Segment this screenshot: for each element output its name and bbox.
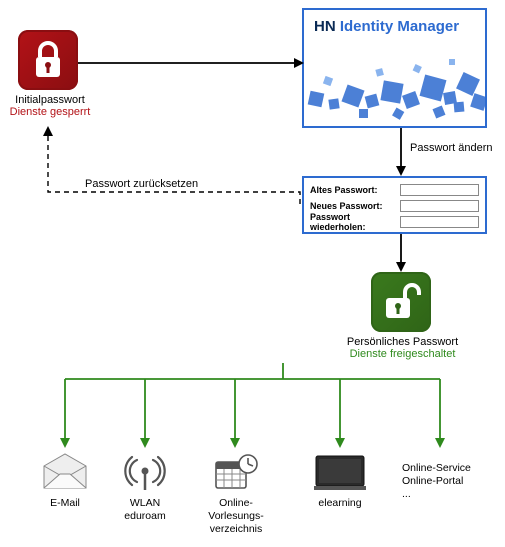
initial-password-node — [18, 30, 78, 90]
change-password-label: Passwort ändern — [410, 142, 493, 154]
service-wlan-label: WLAN eduroam — [112, 497, 178, 523]
old-password-input[interactable] — [400, 184, 479, 196]
service-email-label: E-Mail — [32, 497, 98, 510]
email-icon — [40, 452, 90, 492]
service-vvz-label: Online- Vorlesungs- verzeichnis — [200, 497, 272, 536]
identity-manager-title: HN Identity Manager — [304, 10, 485, 35]
new-password-input[interactable] — [400, 200, 479, 212]
service-elearning — [312, 452, 368, 492]
old-password-label: Altes Passwort: — [310, 185, 400, 195]
cubes-graphic-icon — [304, 37, 487, 127]
personal-password-caption: Persönliches Passwort Dienste freigescha… — [345, 336, 460, 360]
initial-password-status: Dienste gesperrt — [5, 106, 95, 118]
service-vvz — [210, 452, 260, 492]
calendar-icon — [210, 452, 260, 492]
lock-closed-icon — [18, 30, 78, 90]
repeat-password-label: Passwort wiederholen: — [310, 212, 400, 232]
hn-prefix: HN — [314, 18, 336, 35]
initial-password-label: Initialpasswort — [5, 94, 95, 106]
reset-password-label: Passwort zurücksetzen — [85, 178, 198, 190]
service-wlan — [120, 452, 170, 492]
new-password-label: Neues Passwort: — [310, 201, 400, 211]
service-email — [40, 452, 90, 492]
service-online-portal-label: Online-Service Online-Portal ... — [402, 462, 492, 501]
lock-open-icon — [371, 272, 431, 332]
arrow-manager-to-form — [394, 128, 408, 176]
personal-password-status: Dienste freigeschaltet — [345, 348, 460, 360]
wifi-icon — [120, 452, 170, 492]
arrow-initial-to-manager — [78, 55, 304, 71]
personal-password-node — [371, 272, 431, 332]
monitor-icon — [312, 452, 368, 492]
initial-password-caption: Initialpasswort Dienste gesperrt — [5, 94, 95, 118]
services-branch-arrows — [0, 363, 505, 453]
arrow-reset-password — [42, 124, 307, 204]
password-form: Altes Passwort: Neues Passwort: Passwort… — [302, 176, 487, 234]
repeat-password-input[interactable] — [400, 216, 479, 228]
identity-manager-box: HN Identity Manager — [302, 8, 487, 128]
personal-password-label: Persönliches Passwort — [345, 336, 460, 348]
identity-manager-name: Identity Manager — [340, 18, 459, 35]
service-elearning-label: elearning — [310, 497, 370, 510]
arrow-form-to-personal — [394, 234, 408, 272]
